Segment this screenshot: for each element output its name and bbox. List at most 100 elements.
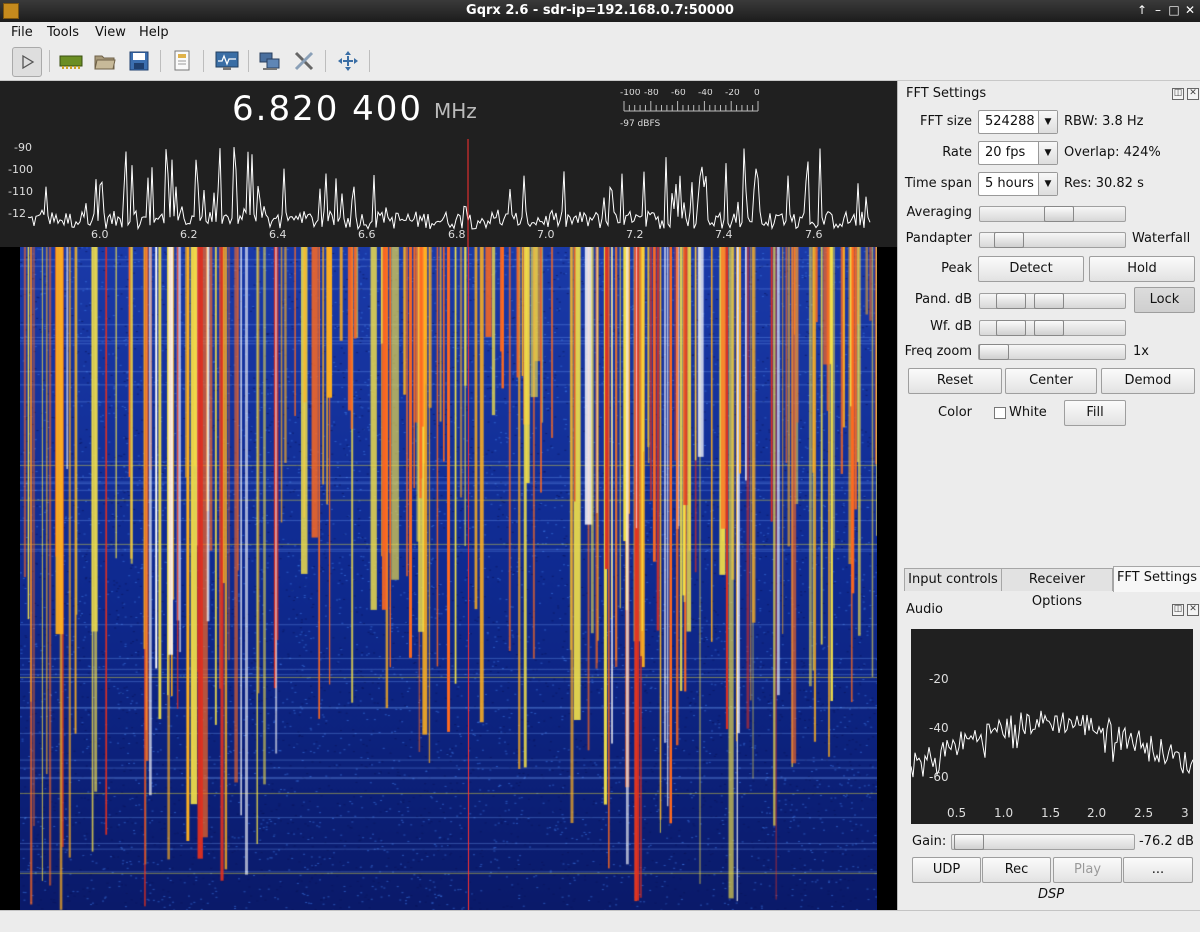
meter-tick-label: -20	[725, 89, 740, 98]
audio-x-tick: 0.5	[947, 806, 966, 820]
pandapter-waterfall-slider[interactable]	[979, 232, 1126, 248]
center-button[interactable]: Center	[1005, 368, 1097, 394]
remote-control-button[interactable]	[168, 47, 196, 75]
signal-meter: -100 -80 -60 -40 -20 0 -97 dBFS	[620, 89, 760, 129]
freq-tick-label: 6.2	[180, 228, 198, 241]
waterfall-display[interactable]	[20, 247, 877, 910]
pandapter-label: Pandapter	[905, 231, 972, 246]
audio-fft-plot: -20 -40 -60 0.5 1.0 1.5 2.0 2.5 3	[911, 629, 1193, 824]
waterfall-label: Waterfall	[1132, 231, 1191, 246]
udp-button[interactable]: UDP	[912, 857, 981, 883]
meter-tick-label: -40	[698, 89, 713, 98]
slider-handle[interactable]	[1044, 206, 1074, 222]
window-maximize-button[interactable]: □	[1166, 2, 1182, 18]
play-button[interactable]: Play	[1053, 857, 1122, 883]
dsp-label: DSP	[1038, 887, 1065, 902]
meter-tick-label: -80	[644, 89, 659, 98]
fill-button[interactable]: Fill	[1064, 400, 1126, 426]
color-label: Color	[938, 405, 972, 420]
status-bar	[0, 910, 1200, 932]
float-icon[interactable]: ◫	[1172, 88, 1184, 100]
audio-x-tick: 1.0	[994, 806, 1013, 820]
rate-value: 20 fps	[985, 145, 1026, 160]
tools-button[interactable]	[290, 47, 318, 75]
time-span-combo[interactable]: 5 hours ▼	[978, 172, 1058, 196]
slider-handle[interactable]	[954, 834, 984, 850]
gain-label: Gain:	[912, 834, 947, 849]
meter-tick-label: 0	[754, 89, 760, 98]
slider-handle-low[interactable]	[996, 293, 1026, 309]
demod-button[interactable]: Demod	[1101, 368, 1195, 394]
audio-trace	[911, 710, 1193, 778]
tab-fft-settings[interactable]: FFT Settings	[1113, 566, 1200, 592]
chevron-down-icon: ▼	[1038, 142, 1057, 164]
fft-size-combo[interactable]: 524288 ▼	[978, 110, 1058, 134]
toolbar-separator	[248, 50, 249, 72]
rate-combo[interactable]: 20 fps ▼	[978, 141, 1058, 165]
freq-tick-label: 6.0	[91, 228, 109, 241]
toolbar-separator	[325, 50, 326, 72]
audio-x-tick: 2.5	[1134, 806, 1153, 820]
freq-tick-label: 6.8	[448, 228, 466, 241]
fullscreen-button[interactable]	[334, 47, 362, 75]
rec-button[interactable]: Rec	[982, 857, 1051, 883]
peak-hold-button[interactable]: Hold	[1089, 256, 1195, 282]
freq-zoom-value: 1x	[1133, 344, 1149, 359]
tab-input-controls[interactable]: Input controls	[904, 568, 1002, 591]
white-checkbox[interactable]	[994, 407, 1006, 419]
network-icon	[259, 52, 280, 70]
freq-zoom-label: Freq zoom	[904, 344, 972, 359]
rbw-value: RBW: 3.8 Hz	[1064, 114, 1144, 129]
slider-handle[interactable]	[979, 344, 1009, 360]
overlap-value: Overlap: 424%	[1064, 145, 1161, 160]
menu-tools[interactable]: Tools	[47, 25, 79, 40]
pand-db-range-slider[interactable]	[979, 293, 1126, 309]
frequency-readout[interactable]: 6.820 400	[232, 89, 423, 129]
peak-detect-button[interactable]: Detect	[978, 256, 1084, 282]
audio-y-tick: -20	[929, 672, 949, 686]
menu-file[interactable]: File	[11, 25, 33, 40]
frequency-header: 6.820 400 MHz -100 -80 -60 -40 -20 0 -97…	[0, 81, 897, 139]
fft-settings-title: FFT Settings	[906, 86, 987, 101]
monitor-icon	[215, 51, 239, 70]
dxcluster-button[interactable]	[213, 47, 241, 75]
load-settings-button[interactable]	[91, 47, 119, 75]
freq-zoom-slider[interactable]	[978, 344, 1126, 360]
meter-tick-label: -100	[620, 89, 641, 98]
slider-handle[interactable]	[994, 232, 1024, 248]
pandapter-plot[interactable]: -90 -100 -110 -12 6.0 6.2 6.4 6.6 6.8 7.…	[0, 139, 897, 247]
audio-options-button[interactable]: ...	[1123, 857, 1193, 883]
float-icon[interactable]: ◫	[1172, 604, 1184, 616]
audio-title: Audio	[906, 602, 943, 617]
tab-receiver-options[interactable]: Receiver Options	[1001, 568, 1113, 609]
network-button[interactable]	[256, 47, 284, 75]
slider-handle-low[interactable]	[996, 320, 1026, 336]
averaging-slider[interactable]	[979, 206, 1126, 222]
window-raise-button[interactable]: ↑	[1134, 2, 1150, 18]
slider-handle-high[interactable]	[1034, 320, 1064, 336]
audio-x-tick: 3	[1181, 806, 1189, 820]
window-close-button[interactable]: ✕	[1182, 2, 1198, 18]
menu-view[interactable]: View	[95, 25, 126, 40]
audio-x-tick: 1.5	[1041, 806, 1060, 820]
db-tick-label: -100	[8, 163, 33, 176]
menu-bar: File Tools View Help	[0, 22, 1200, 42]
db-tick-label: -12	[8, 207, 26, 220]
wf-db-range-slider[interactable]	[979, 320, 1126, 336]
document-icon	[174, 50, 190, 71]
freq-tick-label: 6.6	[358, 228, 376, 241]
start-dsp-button[interactable]	[12, 47, 42, 77]
save-settings-button[interactable]	[125, 47, 153, 75]
window-title: Gqrx 2.6 - sdr-ip=192.168.0.7:50000	[466, 3, 734, 18]
close-icon[interactable]: ✕	[1187, 604, 1199, 616]
io-devices-button[interactable]	[57, 47, 85, 75]
window-minimize-button[interactable]: –	[1150, 2, 1166, 18]
close-icon[interactable]: ✕	[1187, 88, 1199, 100]
fft-size-label: FFT size	[919, 114, 972, 129]
slider-handle-high[interactable]	[1034, 293, 1064, 309]
pand-db-lock-button[interactable]: Lock	[1134, 287, 1195, 313]
menu-help[interactable]: Help	[139, 25, 169, 40]
time-span-value: 5 hours	[985, 176, 1034, 191]
audio-gain-slider[interactable]	[951, 834, 1135, 850]
reset-button[interactable]: Reset	[908, 368, 1002, 394]
